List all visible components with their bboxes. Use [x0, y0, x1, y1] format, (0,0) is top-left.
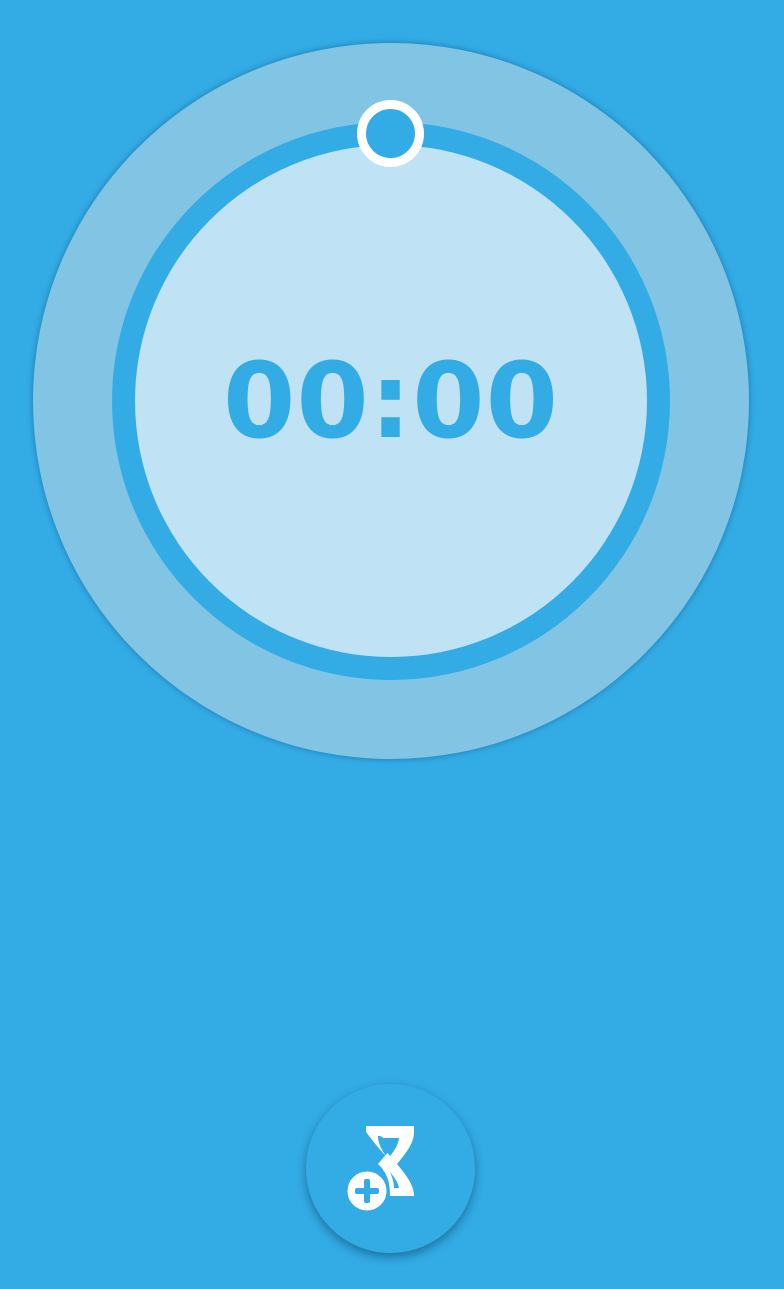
add-timer-button[interactable] — [306, 1084, 475, 1253]
hourglass-add-icon — [344, 1126, 414, 1214]
timer-drag-handle[interactable] — [357, 100, 424, 167]
timer-display: 00:00 — [222, 340, 560, 462]
